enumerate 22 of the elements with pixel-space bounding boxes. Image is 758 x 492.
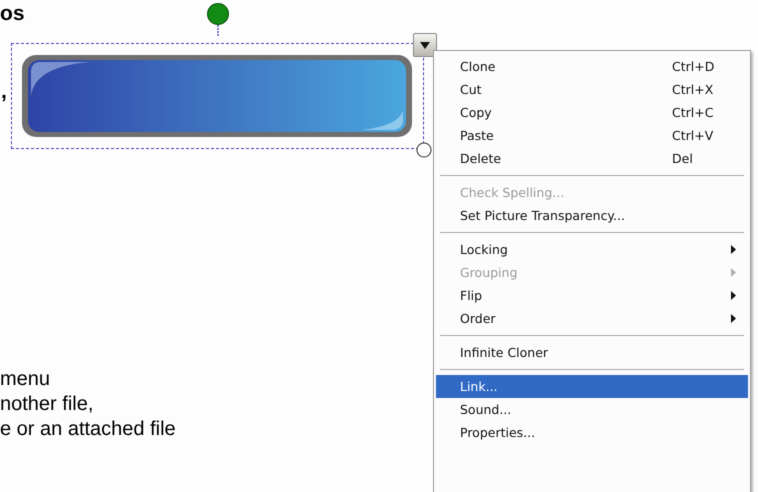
menu-item[interactable]: Clone Ctrl+D [436, 55, 748, 78]
menu-item[interactable]: Delete Del [436, 147, 748, 170]
slide-text: e or an attached file [0, 417, 176, 442]
menu-item[interactable]: Sound... [436, 398, 748, 421]
menu-item[interactable]: Order [436, 307, 748, 330]
heading-text: os [0, 2, 25, 26]
resize-handle[interactable] [416, 142, 432, 158]
slide-text: nother file, [0, 392, 94, 417]
slide-text: , [1, 80, 7, 104]
caret-icon [420, 42, 430, 48]
menu-item[interactable]: Copy Ctrl+C [436, 101, 748, 124]
menu-item[interactable]: Link... [436, 375, 748, 398]
menu-item[interactable]: Properties... [436, 421, 748, 444]
menu-item[interactable]: Locking [436, 238, 748, 261]
menu-item[interactable]: Set Picture Transparency... [436, 204, 748, 227]
menu-item[interactable]: Paste Ctrl+V [436, 124, 748, 147]
rotation-handle[interactable] [206, 3, 230, 37]
slide-text: menu [0, 367, 52, 392]
menu-item[interactable]: Infinite Cloner [436, 341, 748, 364]
dropdown-button[interactable] [413, 33, 437, 57]
menu-item[interactable]: Flip [436, 284, 748, 307]
menu-item[interactable]: Cut Ctrl+X [436, 78, 748, 101]
